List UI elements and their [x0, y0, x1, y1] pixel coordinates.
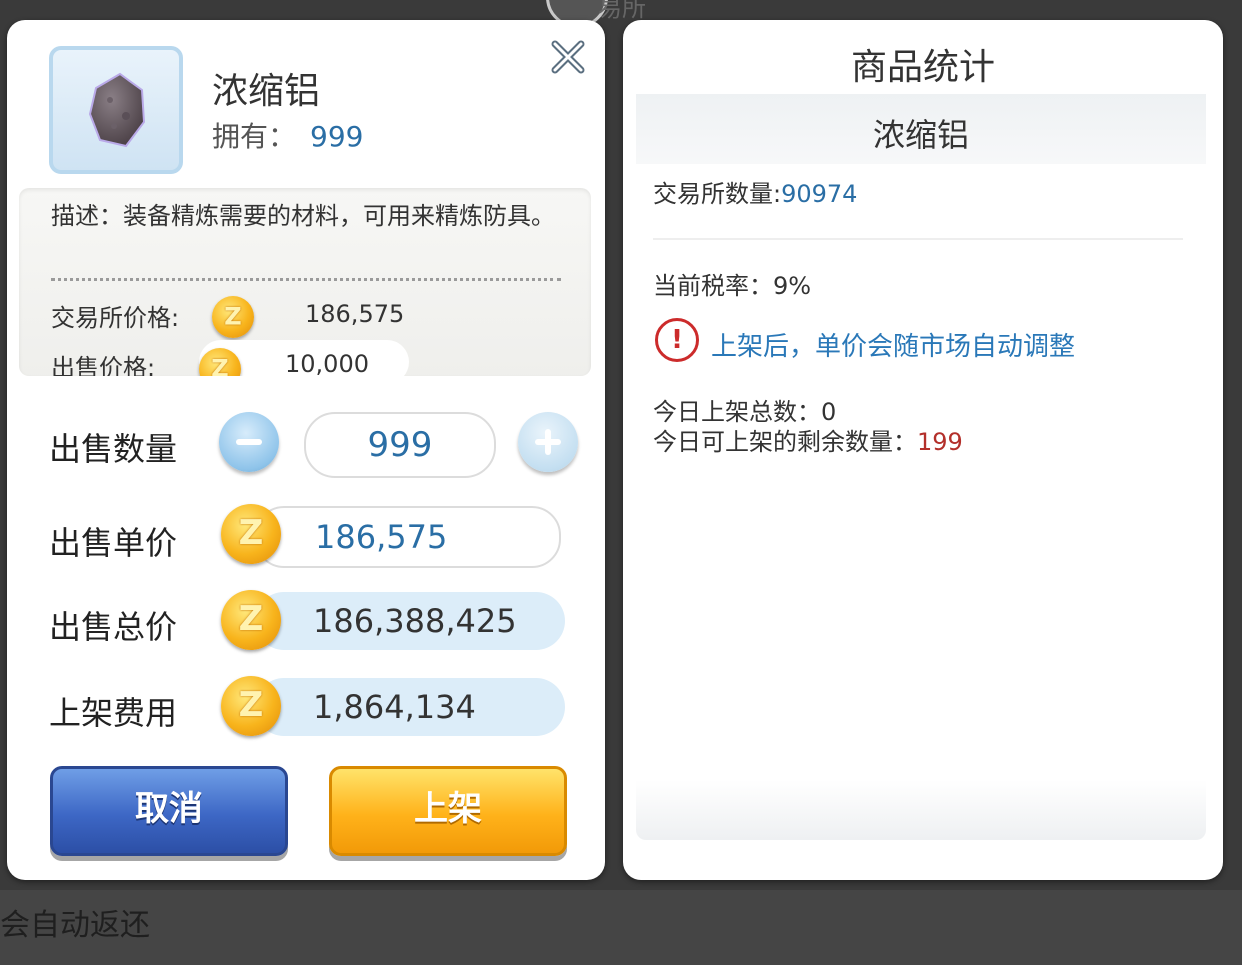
unit-price-input[interactable]: 186,575 [255, 506, 561, 568]
exchange-quantity-value: 90974 [781, 180, 858, 208]
minus-icon [236, 439, 262, 445]
unit-price-value: 186,575 [315, 518, 448, 556]
price-adjust-warning: 上架后，单价会随市场自动调整 [711, 332, 1076, 362]
total-price-label: 出售总价 [49, 608, 178, 646]
background-strip [0, 890, 1242, 965]
tax-rate: 当前税率：9% [653, 266, 811, 301]
total-price-field: 186,388,425 [255, 592, 565, 650]
listing-fee-label: 上架费用 [49, 694, 178, 732]
stats-divider [653, 238, 1183, 240]
background-bottom-text: 会自动返还 [0, 908, 150, 943]
tax-rate-label: 当前税率： [653, 272, 773, 300]
today-remaining-label: 今日可上架的剩余数量： [653, 428, 917, 456]
quantity-input[interactable]: 999 [304, 412, 496, 478]
tax-rate-value: 9% [773, 272, 812, 300]
stats-bottom-bar [636, 780, 1206, 840]
owned-value: 999 [310, 120, 364, 153]
minus-button[interactable] [219, 412, 279, 472]
sell-price-value: 10,000 [285, 350, 369, 376]
exclamation-icon: ! [655, 318, 699, 362]
unit-price-label: 出售单价 [49, 524, 178, 562]
exchange-price-value: 186,575 [305, 300, 405, 328]
total-price-value: 186,388,425 [313, 602, 517, 640]
stats-item-name: 浓缩铝 [872, 116, 969, 154]
listing-fee-field: 1,864,134 [255, 678, 565, 736]
cancel-button[interactable]: 取消 [50, 766, 288, 856]
zeny-coin-icon [212, 296, 254, 338]
stats-title: 商品统计 [850, 47, 995, 88]
listing-fee-value: 1,864,134 [313, 688, 476, 726]
item-icon-frame [49, 46, 183, 174]
plus-button[interactable] [518, 412, 578, 472]
item-description-box: 描述：装备精炼需要的材料，可用来精炼防具。 交易所价格: 186,575 出售价… [19, 188, 591, 376]
stats-panel: 商品统计 浓缩铝 交易所数量:90974 当前税率：9% ! 上架后，单价会随市… [623, 20, 1223, 880]
today-remaining: 今日可上架的剩余数量：199 [653, 422, 963, 457]
close-icon[interactable] [547, 36, 589, 78]
today-remaining-value: 199 [917, 428, 963, 456]
aluminum-ore-icon [88, 72, 146, 148]
sell-price-label: 出售价格: [51, 354, 156, 376]
zeny-coin-icon [221, 676, 281, 736]
item-description: 描述：装备精炼需要的材料，可用来精炼防具。 [51, 202, 555, 230]
zeny-coin-icon [221, 504, 281, 564]
owned-label: 拥有： [212, 120, 297, 153]
stats-item-name-bar: 浓缩铝 [636, 94, 1206, 164]
item-name: 浓缩铝 [212, 71, 321, 112]
list-item-button[interactable]: 上架 [329, 766, 567, 856]
plus-icon-vertical [545, 429, 551, 455]
exchange-price-label: 交易所价格: [51, 304, 180, 332]
quantity-label: 出售数量 [49, 430, 178, 468]
sell-dialog: 浓缩铝 拥有： 999 描述：装备精炼需要的材料，可用来精炼防具。 交易所价格: … [7, 20, 605, 880]
zeny-coin-icon [221, 590, 281, 650]
exchange-quantity-label: 交易所数量: [653, 180, 782, 208]
dotted-divider [51, 278, 561, 281]
owned-count: 拥有： 999 [212, 115, 363, 155]
exchange-quantity: 交易所数量:90974 [653, 174, 857, 209]
